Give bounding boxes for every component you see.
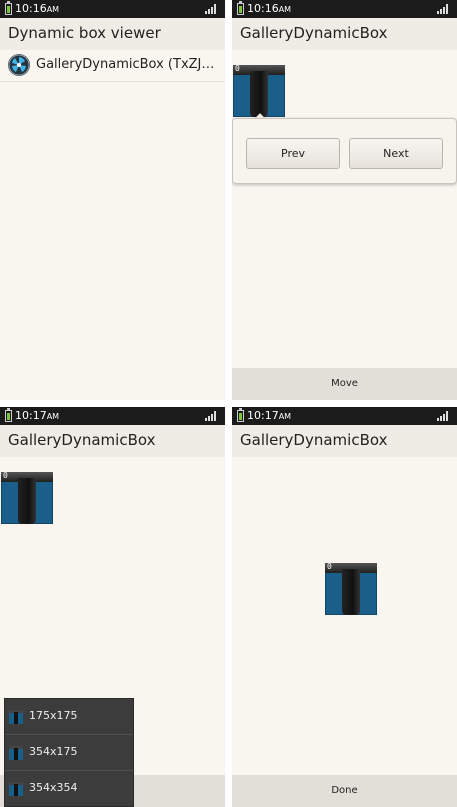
screen-box-viewer: 10:16AM Dynamic box viewer GalleryDynami… <box>0 0 225 400</box>
status-bar: 10:17AM <box>232 407 457 425</box>
done-button[interactable]: Done <box>232 775 457 807</box>
dynamic-box-icon[interactable]: 0 <box>233 64 285 117</box>
size-menu: 175x175 354x175 354x354 <box>4 698 134 807</box>
box-label: 0 <box>235 64 240 73</box>
status-time: 10:17AM <box>247 409 292 422</box>
dynamic-box-icon <box>9 782 23 796</box>
screen-gallery-resize: 10:17AM GalleryDynamicBox 0 175x175 354x… <box>0 407 225 807</box>
dynamic-box-icon <box>9 710 23 724</box>
menu-item-label: 354x354 <box>29 781 78 794</box>
page-title: GalleryDynamicBox <box>240 431 388 449</box>
menu-item-175x175[interactable]: 175x175 <box>5 699 133 735</box>
dynamic-box-icon <box>9 746 23 760</box>
menu-item-354x175[interactable]: 354x175 <box>5 735 133 771</box>
prev-button[interactable]: Prev <box>246 138 340 169</box>
list-item-gallery-dynamic-box[interactable]: GalleryDynamicBox (TxZJWlq6cB.GalleryDyn… <box>0 50 225 82</box>
battery-icon <box>237 1 244 15</box>
menu-item-label: 175x175 <box>29 709 78 722</box>
dynamic-box-icon[interactable]: 0 <box>1 471 53 524</box>
page-title: GalleryDynamicBox <box>8 431 156 449</box>
signal-icon <box>205 4 217 14</box>
app-icon <box>8 54 30 76</box>
battery-icon <box>237 408 244 422</box>
title-bar: GalleryDynamicBox <box>232 18 457 50</box>
move-button[interactable]: Move <box>232 368 457 400</box>
signal-icon <box>437 4 449 14</box>
battery-icon <box>5 1 12 15</box>
page-title: Dynamic box viewer <box>8 24 161 42</box>
status-bar: 10:16AM <box>232 0 457 18</box>
status-bar: 10:16AM <box>0 0 225 18</box>
screen-gallery-done: 10:17AM GalleryDynamicBox 0 Done <box>232 407 457 807</box>
box-label: 0 <box>327 562 332 571</box>
list-item-label: GalleryDynamicBox (TxZJWlq6cB.GalleryDyn… <box>36 57 222 72</box>
title-bar: Dynamic box viewer <box>0 18 225 50</box>
title-bar: GalleryDynamicBox <box>232 425 457 457</box>
next-button[interactable]: Next <box>349 138 443 169</box>
battery-icon <box>5 408 12 422</box>
status-time: 10:16AM <box>247 2 292 15</box>
box-label: 0 <box>3 471 8 480</box>
menu-item-label: 354x175 <box>29 745 78 758</box>
title-bar: GalleryDynamicBox <box>0 425 225 457</box>
status-bar: 10:17AM <box>0 407 225 425</box>
status-time: 10:17AM <box>15 409 60 422</box>
dynamic-box-icon[interactable]: 0 <box>325 562 377 615</box>
status-time: 10:16AM <box>15 2 60 15</box>
navigation-popup: Prev Next <box>232 118 457 184</box>
signal-icon <box>437 411 449 421</box>
page-title: GalleryDynamicBox <box>240 24 388 42</box>
menu-item-354x354[interactable]: 354x354 <box>5 771 133 807</box>
screen-gallery-move: 10:16AM GalleryDynamicBox 0 Prev Next Mo… <box>232 0 457 400</box>
signal-icon <box>205 411 217 421</box>
